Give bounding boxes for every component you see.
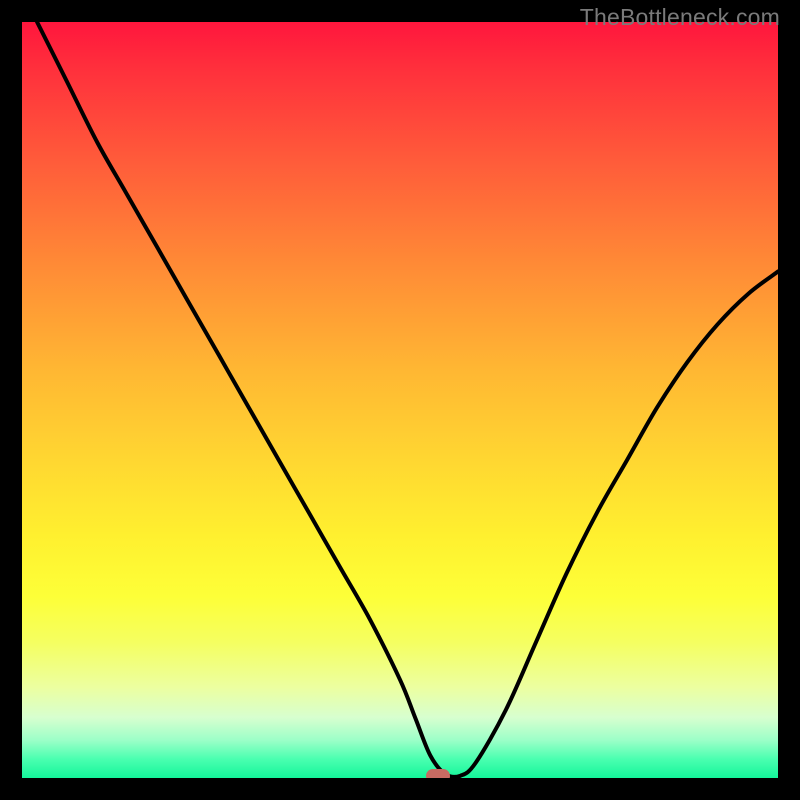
- minimum-marker: [426, 769, 450, 778]
- curve-path: [37, 22, 778, 777]
- watermark-text: TheBottleneck.com: [580, 4, 780, 31]
- plot-area: [22, 22, 778, 778]
- chart-frame: TheBottleneck.com: [0, 0, 800, 800]
- line-curve: [22, 22, 778, 778]
